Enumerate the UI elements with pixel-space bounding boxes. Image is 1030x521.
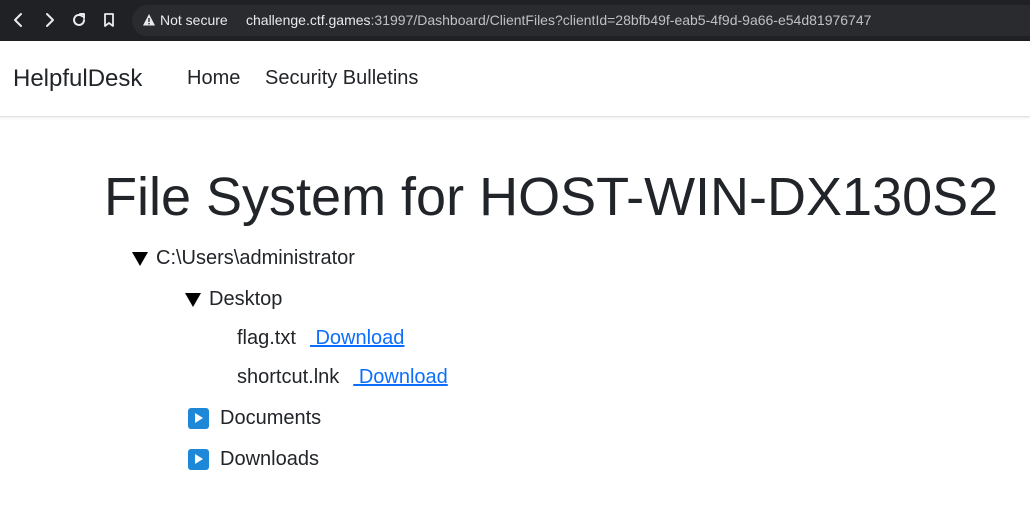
reload-icon (73, 13, 85, 26)
nav-link-home[interactable]: Home (187, 67, 240, 90)
forward-arrow-icon (46, 13, 54, 27)
browser-toolbar: Not secure challenge.ctf.games:31997/Das… (0, 0, 1030, 41)
tree-folder-root[interactable]: C:\Users\administrator (132, 247, 355, 270)
bookmark-button[interactable] (95, 6, 123, 34)
reload-button[interactable] (65, 6, 93, 34)
folder-label-documents: Documents (220, 407, 322, 429)
forward-button[interactable] (35, 6, 63, 34)
expanded-triangle-icon[interactable] (132, 251, 148, 266)
url-host: challenge.ctf.games (246, 12, 371, 28)
folder-label-root: C:\Users\administrator (156, 247, 355, 269)
download-link-shortcut[interactable]: Download (353, 366, 448, 389)
tree-folder-downloads[interactable]: Downloads (188, 448, 319, 471)
tree-folder-documents[interactable]: Documents (188, 407, 321, 430)
nav-link-security-bulletins[interactable]: Security Bulletins (265, 67, 418, 90)
bookmark-icon (104, 13, 114, 27)
back-button[interactable] (5, 6, 33, 34)
file-name: flag.txt (237, 327, 296, 349)
warning-triangle-icon[interactable] (142, 13, 156, 27)
tree-folder-desktop[interactable]: Desktop (185, 288, 282, 311)
collapsed-play-icon[interactable] (188, 408, 209, 429)
file-row-flag: flag.txt Download (237, 327, 404, 350)
security-status-label[interactable]: Not secure (160, 12, 228, 28)
brand-logo[interactable]: HelpfulDesk (13, 65, 142, 93)
address-bar[interactable]: Not secure challenge.ctf.games:31997/Das… (132, 5, 1030, 36)
back-arrow-icon (14, 13, 22, 27)
page-title: File System for HOST-WIN-DX130S2 (104, 167, 999, 227)
site-navbar: HelpfulDesk Home Security Bulletins (0, 41, 1030, 117)
folder-label-downloads: Downloads (220, 448, 319, 470)
file-row-shortcut: shortcut.lnk Download (237, 366, 448, 389)
file-name: shortcut.lnk (237, 366, 340, 388)
expanded-triangle-icon[interactable] (185, 292, 201, 307)
url-text[interactable]: challenge.ctf.games:31997/Dashboard/Clie… (246, 12, 871, 28)
collapsed-play-icon[interactable] (188, 449, 209, 470)
download-link-flag[interactable]: Download (310, 327, 404, 350)
url-path: :31997/Dashboard/ClientFiles?clientId=28… (370, 12, 872, 28)
folder-label-desktop: Desktop (209, 288, 283, 310)
